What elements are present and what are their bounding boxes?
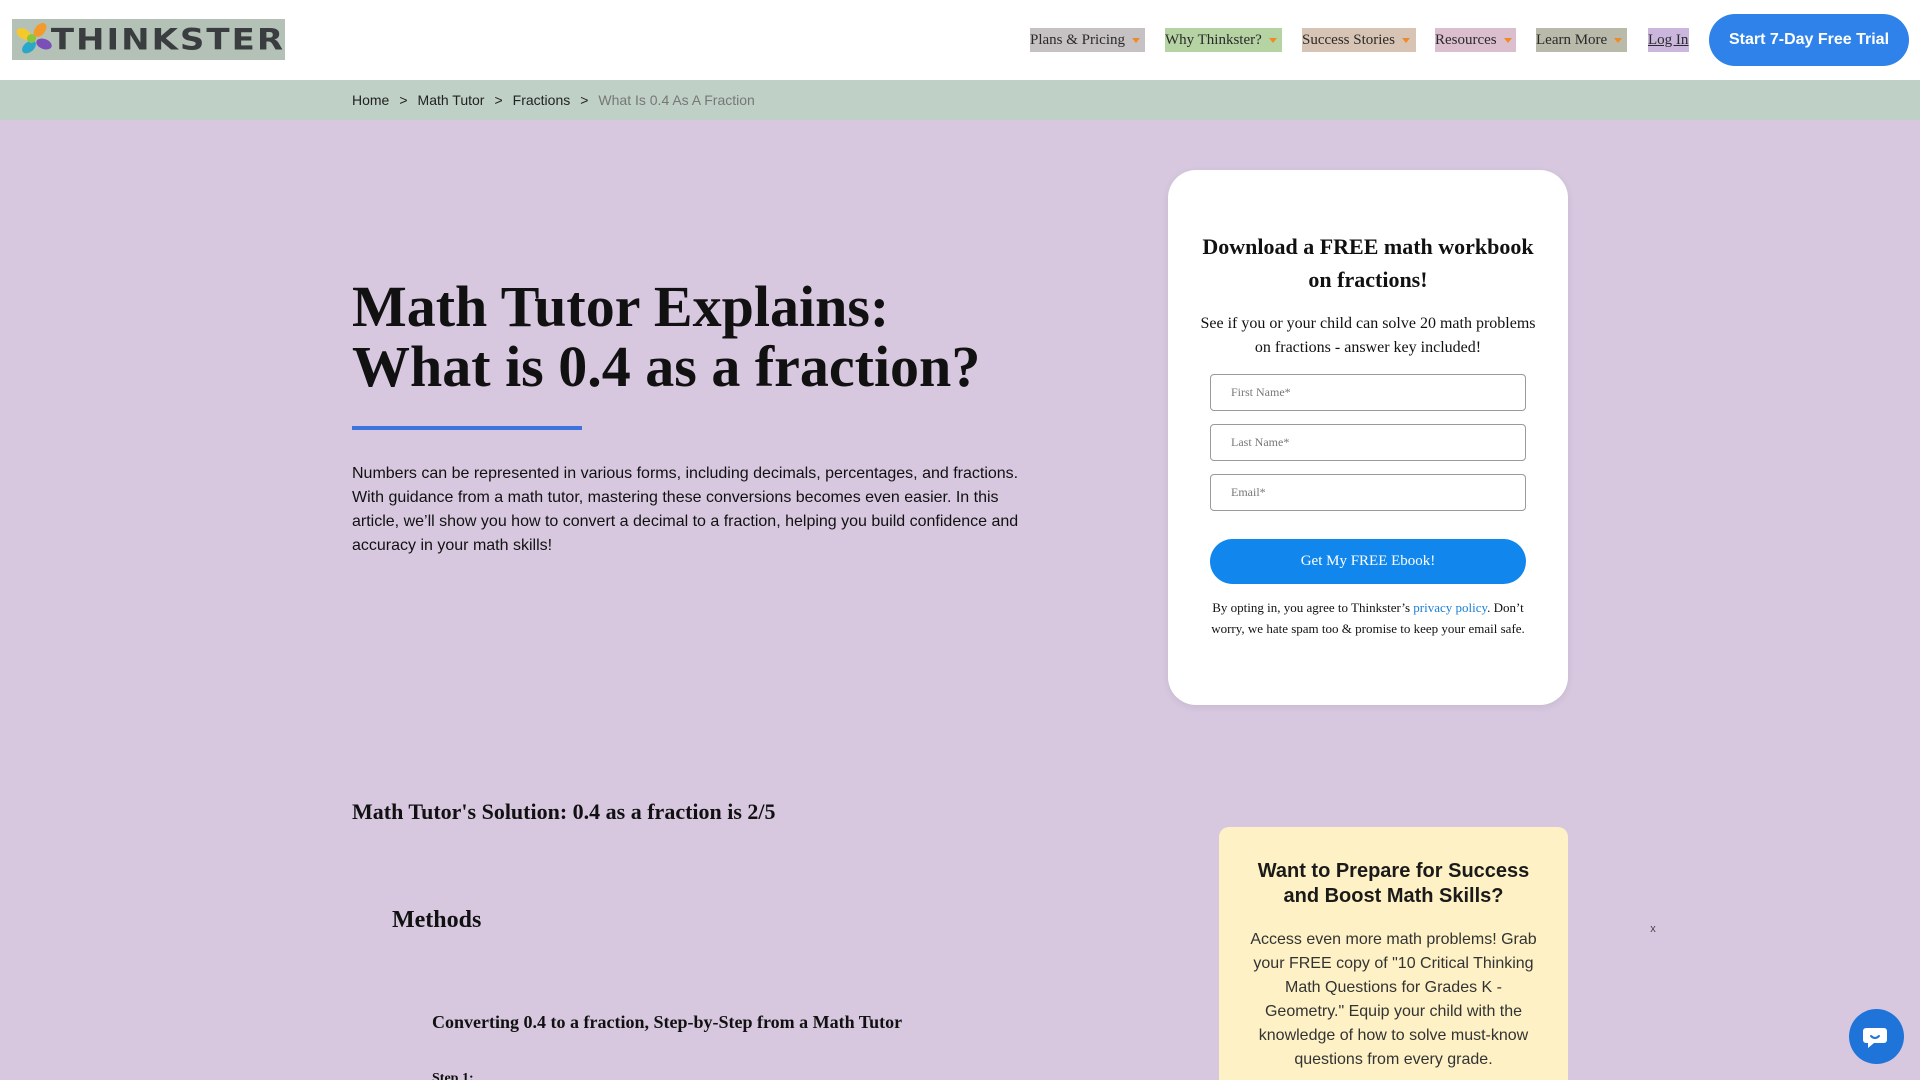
last-name-field[interactable]: Last Name*	[1210, 424, 1526, 461]
ebook-title: Download a FREE math workbook on fractio…	[1202, 234, 1534, 292]
nav-label: Why Thinkster?	[1165, 31, 1262, 48]
title-underline	[352, 426, 582, 430]
logo-wordmark: thinkster	[50, 22, 285, 57]
promo-title: Want to Prepare for Success and Boost Ma…	[1257, 860, 1530, 907]
thinkster-logo[interactable]: thinkster	[12, 19, 285, 60]
chat-widget-button[interactable]	[1849, 1009, 1904, 1064]
breadcrumb-separator: >	[580, 92, 589, 108]
breadcrumb-math-tutor[interactable]: Math Tutor	[418, 92, 485, 108]
privacy-notice: By opting in, you agree to Thinkster’s p…	[1208, 597, 1528, 639]
breadcrumb-fractions[interactable]: Fractions	[513, 92, 571, 108]
breadcrumb-home[interactable]: Home	[352, 92, 389, 108]
privacy-policy-link[interactable]: privacy policy	[1413, 600, 1487, 615]
intro-paragraph: Numbers can be represented in various fo…	[352, 465, 1019, 554]
nav-plans-pricing[interactable]: Plans & Pricing	[1030, 28, 1145, 52]
caret-down-icon	[1132, 37, 1141, 43]
nav-label: Resources	[1435, 31, 1497, 48]
chat-bubble-icon	[1862, 1027, 1887, 1048]
step-1-heading: Step 1:	[432, 1071, 474, 1080]
caret-down-icon	[1268, 37, 1277, 43]
first-name-field[interactable]: First Name*	[1210, 374, 1526, 411]
site-header: thinkster Plans & Pricing Why Thinkster?…	[0, 0, 1920, 80]
breadcrumb-separator: >	[494, 92, 503, 108]
caret-down-icon	[1614, 37, 1623, 43]
page-title-line1: Math Tutor Explains:	[352, 274, 890, 339]
nav-resources[interactable]: Resources	[1435, 28, 1516, 52]
methods-heading: Methods	[392, 907, 482, 933]
ebook-signup-card: Download a FREE math workbook on fractio…	[1168, 170, 1568, 705]
solution-heading: Math Tutor's Solution: 0.4 as a fraction…	[352, 799, 776, 824]
caret-down-icon	[1401, 37, 1410, 43]
email-field[interactable]: Email*	[1210, 474, 1526, 511]
breadcrumb: Home > Math Tutor > Fractions > What Is …	[352, 92, 755, 108]
nav-label: Success Stories	[1302, 31, 1395, 48]
flower-logo-icon	[12, 19, 54, 60]
promo-body: Access even more math problems! Grab you…	[1250, 931, 1537, 1068]
start-free-trial-button[interactable]: Start 7-Day Free Trial	[1709, 14, 1909, 66]
privacy-prefix: By opting in, you agree to Thinkster’s	[1212, 600, 1414, 615]
caret-down-icon	[1503, 37, 1512, 43]
close-icon[interactable]: x	[1646, 922, 1660, 936]
nav-why-thinkster[interactable]: Why Thinkster?	[1165, 28, 1282, 52]
converting-heading: Converting 0.4 to a fraction, Step-by-St…	[432, 1012, 903, 1032]
nav-success-stories[interactable]: Success Stories	[1302, 28, 1416, 52]
nav-label: Learn More	[1536, 31, 1608, 48]
nav-learn-more[interactable]: Learn More	[1536, 28, 1627, 52]
login-link[interactable]: Log In	[1648, 28, 1689, 52]
nav-label: Plans & Pricing	[1030, 31, 1126, 48]
page-title: Math Tutor Explains: What is 0.4 as a fr…	[352, 277, 1072, 397]
promo-card: Want to Prepare for Success and Boost Ma…	[1219, 827, 1568, 1080]
page-title-line2: What is 0.4 as a fraction?	[352, 334, 981, 399]
breadcrumb-bar: Home > Math Tutor > Fractions > What Is …	[0, 80, 1920, 120]
get-ebook-button[interactable]: Get My FREE Ebook!	[1210, 539, 1526, 584]
breadcrumb-current: What Is 0.4 As A Fraction	[598, 92, 755, 108]
ebook-subtitle: See if you or your child can solve 20 ma…	[1200, 315, 1536, 356]
breadcrumb-separator: >	[399, 92, 408, 108]
